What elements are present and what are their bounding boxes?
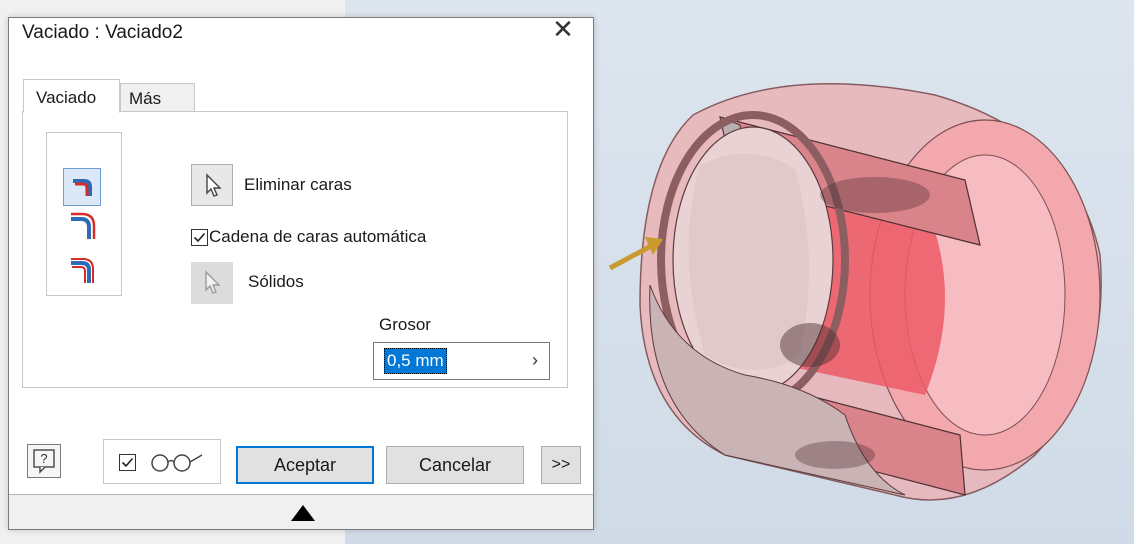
close-icon[interactable]: ✕ [549,15,577,43]
grosor-expand-button[interactable]: › [523,346,547,374]
grosor-value[interactable]: 0,5 mm [384,348,447,374]
grosor-label: Grosor [379,315,431,334]
check-icon [121,457,134,468]
shell-direction-group [46,132,122,296]
help-icon: ? [33,449,55,474]
eliminar-caras-label: Eliminar caras [244,175,352,194]
check-icon [193,232,206,243]
select-arrow-icon [206,173,222,197]
help-button[interactable]: ? [27,444,61,478]
tab-mas-label: Más [129,89,162,108]
select-arrow-disabled-icon [205,270,221,294]
more-options-button[interactable]: >> [541,446,581,484]
tab-vaciado[interactable]: Vaciado [23,79,120,113]
cancelar-button[interactable]: Cancelar [386,446,524,484]
shell-both-sides-icon [71,258,94,283]
shell-inside-icon [73,179,92,196]
tab-vaciado-label: Vaciado [36,88,97,107]
shell-outside-button[interactable] [63,209,101,247]
solidos-label: Sólidos [248,272,304,291]
cadena-caras-checkbox[interactable] [191,229,208,246]
shell-both-sides-button[interactable] [63,253,101,291]
svg-text:?: ? [40,451,47,466]
eliminar-caras-select-button[interactable] [191,164,233,206]
shell-inside-button[interactable] [63,168,101,206]
dialog-title: Vaciado : Vaciado2 [22,22,183,43]
shell-outside-icon [71,212,96,239]
triangle-up-icon [291,505,315,521]
dialog-collapse-bar[interactable] [9,494,593,529]
cadena-caras-label: Cadena de caras automática [209,227,427,246]
shell-model-3d[interactable] [605,55,1105,535]
glasses-icon [151,454,203,472]
solidos-select-button[interactable] [191,262,233,304]
tab-mas[interactable]: Más [120,83,195,112]
preview-checkbox[interactable] [119,454,136,471]
aceptar-button[interactable]: Aceptar [236,446,374,484]
